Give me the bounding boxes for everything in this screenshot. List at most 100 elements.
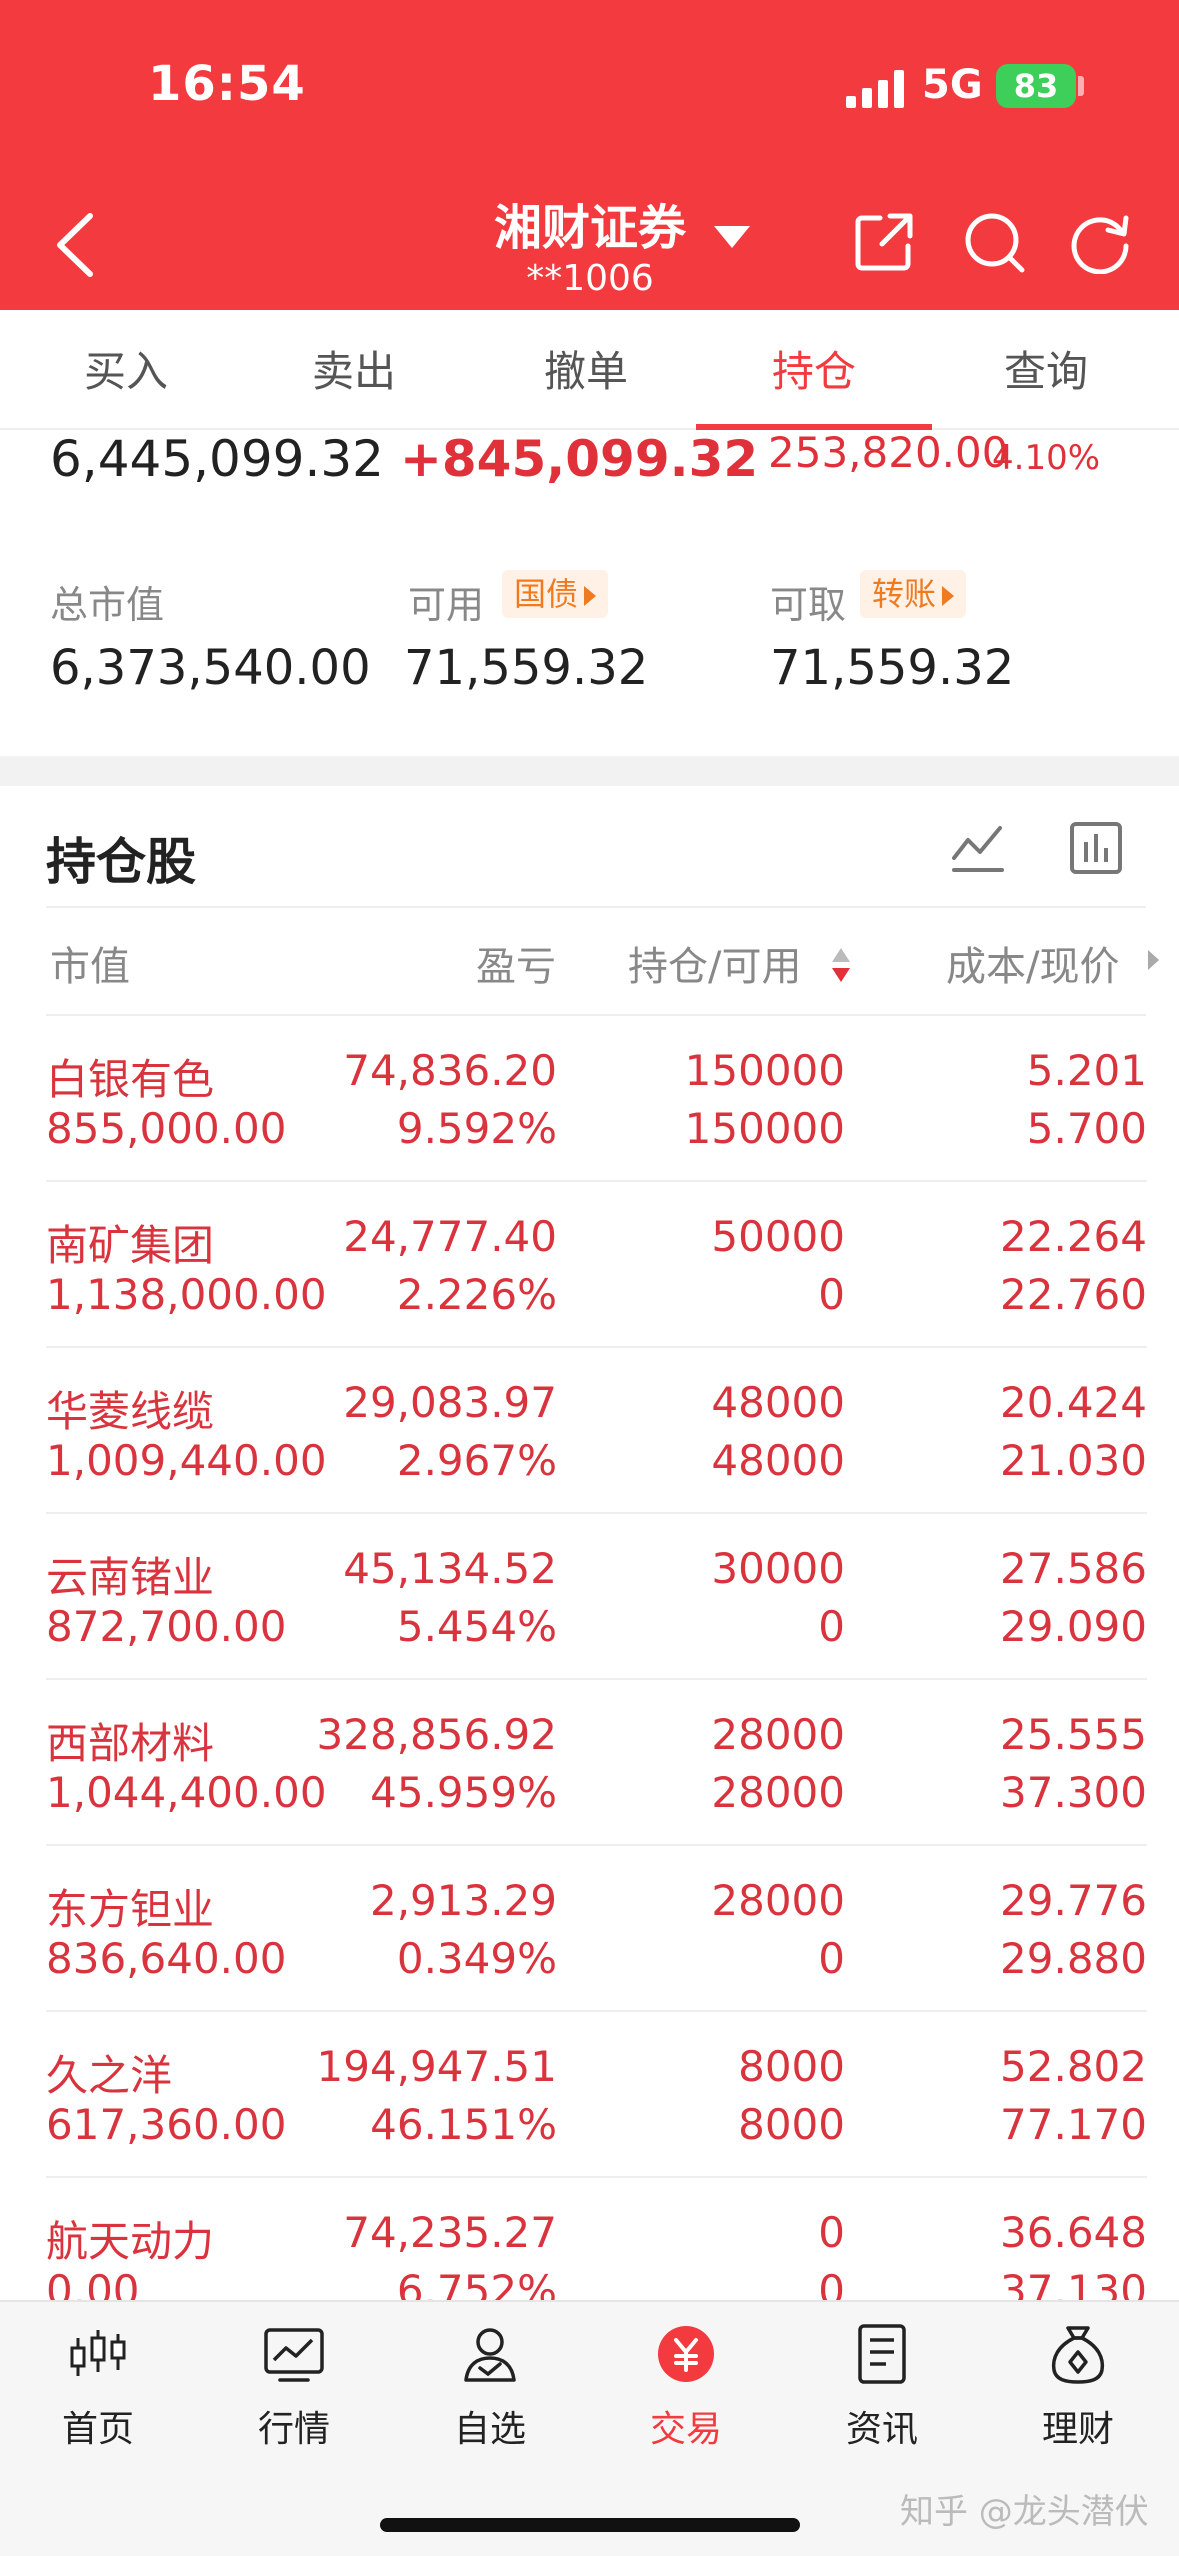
nav-news[interactable]: 资讯	[784, 2322, 980, 2472]
available-funds: 71,559.32	[404, 640, 649, 696]
column-profit[interactable]: 盈亏	[476, 934, 556, 992]
tab-sell[interactable]: 卖出	[236, 310, 472, 430]
stock-cost: 52.802	[1000, 2042, 1147, 2091]
column-position[interactable]: 持仓/可用	[628, 934, 801, 992]
nav-label: 理财	[1041, 2409, 1114, 2450]
stock-price: 21.030	[1000, 1436, 1147, 1485]
search-icon[interactable]	[962, 210, 1026, 274]
stock-name: 西部材料	[46, 1719, 215, 1768]
stock-cost: 5.201	[1026, 1046, 1147, 1095]
available-label: 可用	[408, 583, 485, 627]
stock-profit-pct: 2.967%	[396, 1436, 557, 1485]
holding-row[interactable]: 白银有色 855,000.00 74,836.20 9.592% 150000 …	[0, 1016, 1179, 1182]
yen-coin-icon	[658, 2326, 714, 2382]
stock-profit: 328,856.92	[316, 1710, 557, 1759]
holdings-divider	[46, 906, 1146, 908]
market-value-label: 总市值	[50, 583, 165, 627]
holding-row[interactable]: 久之洋 617,360.00 194,947.51 46.151% 8000 8…	[0, 2012, 1179, 2178]
caret-down-icon[interactable]	[714, 226, 750, 248]
bar-chart-icon[interactable]	[1066, 818, 1126, 878]
sort-arrows-icon[interactable]	[830, 946, 852, 986]
holdings-title: 持仓股	[46, 833, 196, 891]
stock-market-value: 1,138,000.00	[46, 1270, 327, 1319]
total-profit-value: +845,099.32	[400, 430, 759, 488]
stock-position: 150000	[684, 1046, 845, 1095]
holding-row[interactable]: 云南锗业 872,700.00 45,134.52 5.454% 30000 0…	[0, 1514, 1179, 1680]
stock-available: 0	[818, 1934, 845, 1983]
broker-title[interactable]: 湘财证券	[420, 188, 760, 258]
stock-name: 云南锗业	[46, 1553, 215, 1602]
stock-available: 48000	[711, 1436, 845, 1485]
account-number: **1006	[526, 258, 654, 299]
tab-query[interactable]: 查询	[928, 310, 1164, 430]
daily-profit-pct: 4.10%	[992, 438, 1101, 478]
nav-trade[interactable]: 交易	[588, 2322, 784, 2472]
holding-row[interactable]: 东方钽业 836,640.00 2,913.29 0.349% 28000 0 …	[0, 1846, 1179, 2012]
line-chart-icon[interactable]	[948, 818, 1008, 878]
app-header: 16:54 5G 83 湘财证券 **1006	[0, 0, 1179, 310]
tab-positions[interactable]: 持仓	[696, 310, 932, 430]
document-icon	[858, 2324, 906, 2384]
holding-row[interactable]: 华菱线缆 1,009,440.00 29,083.97 2.967% 48000…	[0, 1348, 1179, 1514]
nav-label: 资讯	[845, 2409, 918, 2450]
chevron-right-icon[interactable]	[1148, 950, 1159, 970]
stock-profit-pct: 46.151%	[370, 2100, 557, 2149]
stock-market-value: 1,044,400.00	[46, 1768, 327, 1817]
stock-cost: 25.555	[1000, 1710, 1147, 1759]
home-indicator[interactable]	[380, 2518, 800, 2532]
nav-label: 首页	[61, 2409, 134, 2450]
withdrawable-funds: 71,559.32	[770, 640, 1015, 696]
stock-profit: 74,235.27	[343, 2208, 557, 2257]
tab-buy[interactable]: 买入	[8, 310, 244, 430]
stock-position: 0	[818, 2208, 845, 2257]
treasury-chip-button[interactable]: 国债	[502, 570, 609, 618]
battery-cap	[1078, 76, 1084, 96]
network-type: 5G	[922, 62, 983, 108]
stock-position: 8000	[738, 2042, 845, 2091]
stock-profit: 29,083.97	[343, 1378, 557, 1427]
stock-profit: 45,134.52	[343, 1544, 557, 1593]
stock-position: 28000	[711, 1876, 845, 1925]
refresh-icon[interactable]	[1068, 210, 1132, 274]
stock-available: 150000	[684, 1104, 845, 1153]
share-icon[interactable]	[852, 210, 916, 274]
back-arrow-icon[interactable]	[50, 210, 100, 280]
nav-market[interactable]: 行情	[196, 2322, 392, 2472]
stock-cost: 27.586	[1000, 1544, 1147, 1593]
stock-profit: 74,836.20	[343, 1046, 557, 1095]
battery-icon: 83	[996, 64, 1076, 108]
stock-profit-pct: 5.454%	[396, 1602, 557, 1651]
column-cost-price[interactable]: 成本/现价	[946, 934, 1119, 992]
trade-tabs: 买入 卖出 撤单 持仓 查询	[0, 310, 1179, 430]
nav-wealth[interactable]: 理财	[980, 2322, 1176, 2472]
stock-market-value: 872,700.00	[46, 1602, 287, 1651]
stock-name: 白银有色	[46, 1055, 215, 1104]
stock-price: 22.760	[1000, 1270, 1147, 1319]
stock-available: 8000	[738, 2100, 845, 2149]
stock-profit-pct: 0.349%	[396, 1934, 557, 1983]
holding-row[interactable]: 南矿集团 1,138,000.00 24,777.40 2.226% 50000…	[0, 1182, 1179, 1348]
stock-profit-pct: 9.592%	[396, 1104, 557, 1153]
stock-market-value: 855,000.00	[46, 1104, 287, 1153]
cellular-signal-icon	[846, 70, 906, 108]
holding-row[interactable]: 西部材料 1,044,400.00 328,856.92 45.959% 280…	[0, 1680, 1179, 1846]
stock-available: 0	[818, 1270, 845, 1319]
stock-market-value: 1,009,440.00	[46, 1436, 327, 1485]
column-market-value[interactable]: 市值	[50, 934, 130, 992]
stock-position: 50000	[711, 1212, 845, 1261]
tab-cancel-order[interactable]: 撤单	[468, 310, 704, 430]
stock-name: 久之洋	[46, 2051, 173, 2100]
section-separator	[0, 756, 1179, 786]
stock-profit-pct: 2.226%	[396, 1270, 557, 1319]
stock-cost: 36.648	[1000, 2208, 1147, 2257]
nav-watchlist[interactable]: 自选	[392, 2322, 588, 2472]
stock-position: 30000	[711, 1544, 845, 1593]
stock-price: 29.880	[1000, 1934, 1147, 1983]
nav-home[interactable]: 首页	[0, 2322, 196, 2472]
transfer-chip-button[interactable]: 转账	[860, 570, 967, 618]
stock-profit: 2,913.29	[369, 1876, 557, 1925]
stock-profit: 24,777.40	[343, 1212, 557, 1261]
stock-price: 5.700	[1026, 1104, 1147, 1153]
trend-chart-icon	[264, 2328, 324, 2382]
stock-price: 37.300	[1000, 1768, 1147, 1817]
